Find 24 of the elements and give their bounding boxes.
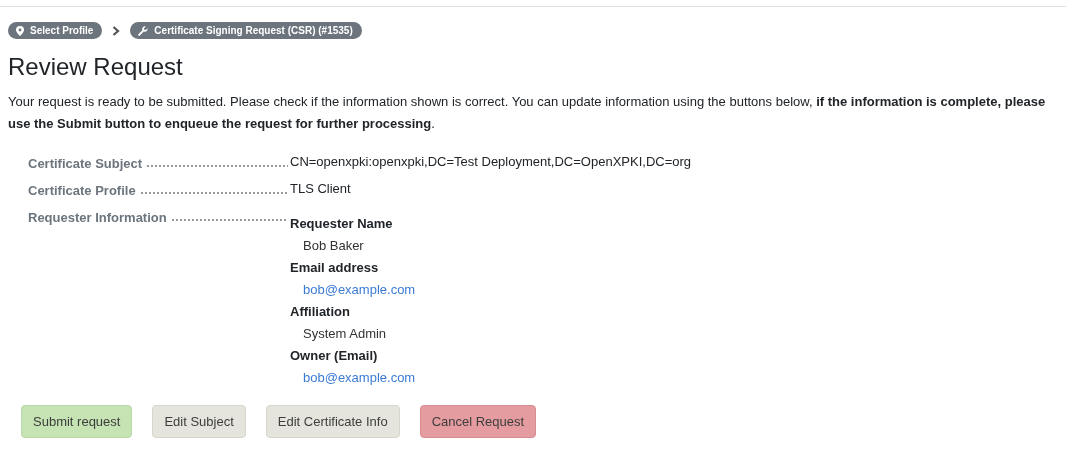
edit-button[interactable]: Edit Subject	[152, 405, 246, 438]
field-label: Certificate Subject	[28, 156, 143, 171]
page-title: Review Request	[8, 53, 184, 81]
field-value: CN=openxpki:openxpki,DC=Test Deployment,DC=OpenXPKI,DC=org	[289, 153, 692, 171]
submit-button[interactable]: Submit request	[21, 405, 133, 438]
intro-paragraph: Your request is ready to be submitted. Please check if the information shown is correct. You can update information using the buttons below, if the information is complete, please use the Submit button to enqueue the request for further processing.	[8, 93, 1047, 133]
field-value: TLS Client	[289, 180, 351, 198]
item-label: Owner (Email)	[290, 347, 379, 365]
cancel-button[interactable]: Cancel Request	[419, 405, 537, 438]
email-link[interactable]: bob@example.com	[303, 281, 416, 299]
edit-button[interactable]: Edit Certificate Info	[265, 405, 400, 438]
map-pin-icon	[16, 25, 24, 36]
chevron-right-icon	[112, 25, 121, 36]
wrench-icon	[138, 25, 149, 36]
field-label: Requester Information	[28, 210, 167, 225]
item-value: System Admin	[303, 325, 388, 343]
item-label: Requester Name	[290, 215, 394, 233]
item-label: Email address	[290, 259, 380, 277]
breadcrumb-pill[interactable]: Certificate Signing Request (CSR) (#1535)	[130, 22, 362, 39]
field-label: Certificate Profile	[28, 183, 136, 198]
email-link[interactable]: bob@example.com	[303, 369, 416, 387]
item-label: Affiliation	[290, 303, 351, 321]
item-value: Bob Baker	[303, 237, 365, 255]
breadcrumb-pill[interactable]: Select Profile	[8, 22, 103, 39]
